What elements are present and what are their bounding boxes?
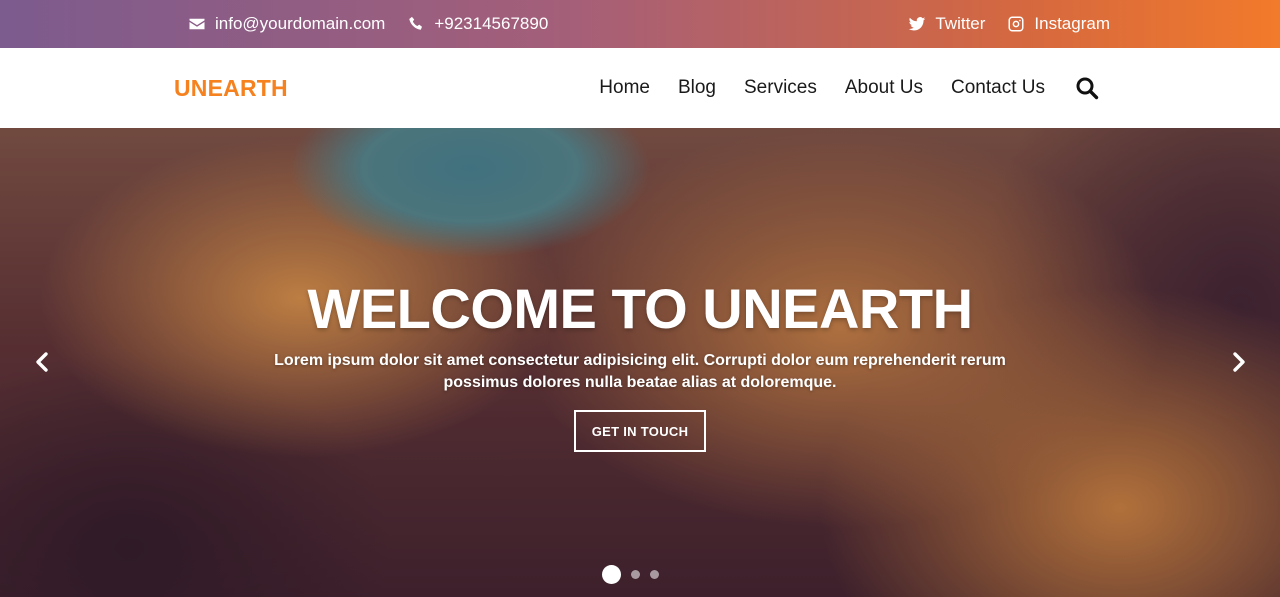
menu-item-home: Home: [599, 77, 650, 99]
email-text: info@yourdomain.com: [215, 14, 386, 33]
menu-item-services: Services: [744, 77, 817, 99]
phone-icon: [409, 16, 423, 30]
menu-item-about-us: About Us: [845, 77, 923, 99]
twitter-icon: [909, 17, 926, 31]
hero-title: WELCOME TO UNEARTH: [307, 277, 973, 340]
menu-link-contact-us[interactable]: Contact Us: [951, 77, 1045, 98]
site-logo[interactable]: UNEARTH: [174, 48, 288, 128]
menu-link-home[interactable]: Home: [599, 77, 650, 98]
email-link[interactable]: info@yourdomain.com: [188, 14, 385, 34]
hero-content: WELCOME TO UNEARTH Lorem ipsum dolor sit…: [0, 128, 1280, 597]
main-menu: Home Blog Services About Us Contact Us: [599, 48, 1045, 128]
instagram-link[interactable]: Instagram: [1007, 14, 1110, 34]
menu-item-contact-us: Contact Us: [951, 77, 1045, 99]
menu-link-about-us[interactable]: About Us: [845, 77, 923, 98]
menu-link-blog[interactable]: Blog: [678, 77, 716, 98]
hero-slider: WELCOME TO UNEARTH Lorem ipsum dolor sit…: [0, 128, 1280, 597]
slider-next-button[interactable]: [1226, 350, 1250, 374]
search-button[interactable]: [1075, 76, 1101, 102]
twitter-link[interactable]: Twitter: [908, 14, 985, 34]
slider-indicators: [602, 564, 659, 584]
menu-item-blog: Blog: [678, 77, 716, 99]
chevron-right-icon: [1233, 352, 1245, 372]
contact-info: info@yourdomain.com +92314567890: [188, 0, 548, 48]
social-links: Twitter Instagram: [908, 0, 1110, 48]
hero-description: Lorem ipsum dolor sit amet consectetur a…: [274, 352, 1006, 391]
slider-prev-button[interactable]: [31, 350, 55, 374]
twitter-label: Twitter: [935, 14, 986, 33]
phone-text: +92314567890: [434, 14, 549, 33]
instagram-icon: [1008, 16, 1024, 32]
envelope-icon: [189, 18, 205, 30]
top-bar: info@yourdomain.com +92314567890 Twitter…: [0, 0, 1280, 48]
get-in-touch-button[interactable]: GET IN TOUCH: [574, 410, 706, 452]
instagram-label: Instagram: [1034, 14, 1110, 33]
slider-dot-1[interactable]: [602, 564, 621, 584]
main-navbar: UNEARTH Home Blog Services About Us Cont…: [0, 48, 1280, 128]
menu-link-services[interactable]: Services: [744, 77, 817, 98]
search-icon: [1076, 77, 1099, 100]
chevron-left-icon: [36, 352, 48, 372]
slider-dot-2[interactable]: [631, 569, 640, 579]
slider-dot-3[interactable]: [650, 569, 659, 579]
phone-link[interactable]: +92314567890: [407, 14, 548, 34]
